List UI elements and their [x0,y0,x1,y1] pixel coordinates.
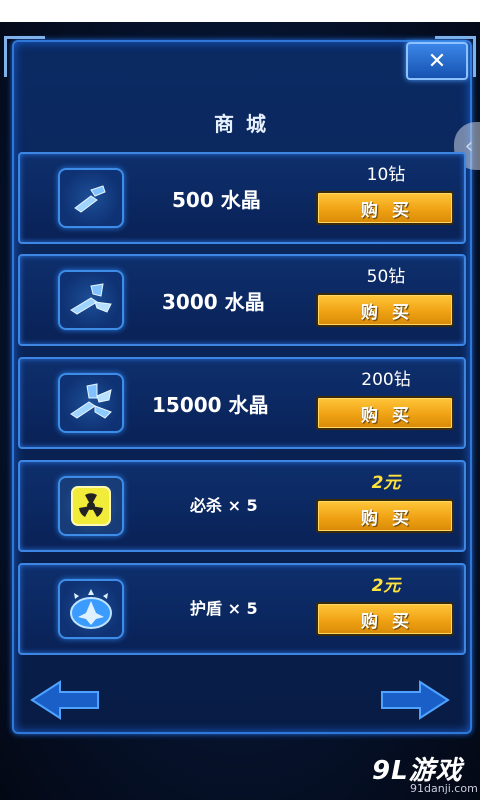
item-price: 10钻 [366,165,406,185]
next-page-button[interactable] [380,680,450,720]
item-name: 护盾 × 5 [190,599,258,618]
close-icon: ✕ [427,48,447,74]
radiation-bomb-icon [58,476,124,536]
buy-button[interactable]: 购买 [316,396,454,430]
panel-corner-ornament [4,36,45,77]
watermark-url: 91danji.com [410,782,478,795]
shop-item-row: 必杀 × 5 2元 购买 [18,460,466,552]
shield-fighter-icon [58,579,124,639]
item-name: 必杀 × 5 [190,496,258,515]
site-watermark: 9L游戏 91danji.com [372,750,478,795]
item-price: 200钻 [361,370,411,390]
shop-item-row: 15000 水晶 200钻 购买 [18,357,466,449]
close-button[interactable]: ✕ [406,42,468,80]
shop-item-row: 护盾 × 5 2元 购买 [18,563,466,655]
item-price: 2元 [371,473,401,493]
item-price: 50钻 [366,267,406,287]
shop-item-row: 500 水晶 10钻 购买 [18,152,466,244]
arrow-right-icon [381,680,450,720]
item-name: 3000 水晶 [162,290,265,314]
buy-button[interactable]: 购买 [316,293,454,327]
page-title: 商城 [214,112,278,136]
buy-button[interactable]: 购买 [316,602,454,636]
item-price: 2元 [371,576,401,596]
item-name: 15000 水晶 [152,393,269,417]
item-name: 500 水晶 [172,188,261,212]
crystal-small-icon [58,168,124,228]
crystal-medium-icon [58,270,124,330]
status-bar [0,0,480,22]
crystal-large-icon [58,373,124,433]
buy-button[interactable]: 购买 [316,191,454,225]
arrow-left-icon [30,680,99,720]
buy-button[interactable]: 购买 [316,499,454,533]
shop-item-row: 3000 水晶 50钻 购买 [18,254,466,346]
prev-page-button[interactable] [30,680,100,720]
